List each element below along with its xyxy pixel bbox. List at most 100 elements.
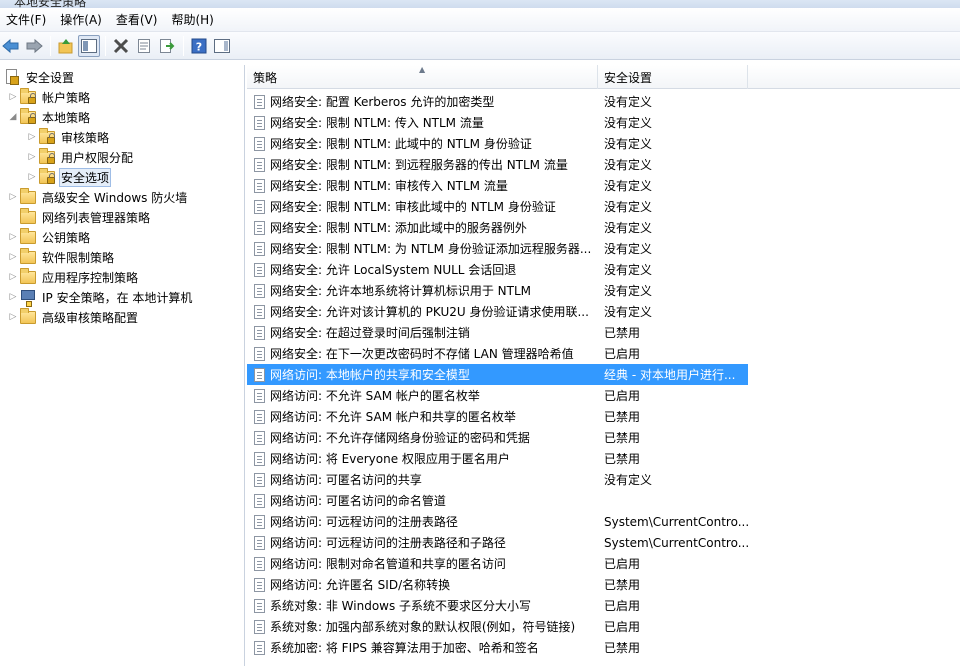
tree-root-security-settings[interactable]: 安全设置	[4, 67, 76, 87]
table-row[interactable]: 网络安全: 配置 Kerberos 允许的加密类型 没有定义	[247, 91, 748, 112]
tree-label: 本地策略	[42, 110, 91, 125]
policy-name: 系统对象: 非 Windows 子系统不要求区分大小写	[270, 599, 532, 613]
export-button[interactable]	[156, 35, 178, 57]
tree-item-network-list-manager[interactable]: 网络列表管理器策略	[6, 207, 152, 227]
table-row[interactable]: 系统加密: 将 FIPS 兼容算法用于加密、哈希和签名 已禁用	[247, 637, 748, 658]
policy-name: 网络安全: 允许 LocalSystem NULL 会话回退	[270, 263, 517, 277]
help-icon: ?	[191, 38, 207, 53]
table-row[interactable]: 网络访问: 限制对命名管道和共享的匿名访问 已启用	[247, 553, 748, 574]
table-row[interactable]: 网络安全: 限制 NTLM: 传入 NTLM 流量 没有定义	[247, 112, 748, 133]
expand-arrow-icon[interactable]: ▷	[6, 187, 20, 207]
policy-item-icon	[252, 325, 268, 341]
tree-item-ip-security[interactable]: ▷ IP 安全策略，在 本地计算机	[6, 287, 194, 307]
policy-item-icon	[252, 157, 268, 173]
expand-arrow-icon[interactable]: ▷	[6, 87, 20, 107]
expand-arrow-icon[interactable]: ▷	[6, 267, 20, 287]
tree-label: 软件限制策略	[42, 250, 115, 265]
tree-item-software-restriction[interactable]: ▷ 软件限制策略	[6, 247, 116, 267]
table-row[interactable]: 网络访问: 可远程访问的注册表路径和子路径 System\CurrentContr…	[247, 532, 748, 553]
table-row[interactable]: 网络安全: 在超过登录时间后强制注销 已禁用	[247, 322, 748, 343]
tree-item-local-policies[interactable]: ◢ 本地策略	[6, 107, 92, 127]
expand-arrow-icon[interactable]: ▷	[25, 127, 39, 147]
forward-button[interactable]	[23, 35, 45, 57]
menu-action[interactable]: 操作(A)	[56, 10, 106, 30]
policy-item-icon	[252, 472, 268, 488]
table-row[interactable]: 系统对象: 非 Windows 子系统不要求区分大小写 已启用	[247, 595, 748, 616]
menu-file[interactable]: 文件(F)	[2, 10, 50, 30]
svg-text:?: ?	[196, 40, 202, 53]
back-icon	[2, 38, 19, 53]
policy-name: 系统对象: 加强内部系统对象的默认权限(例如，符号链接)	[270, 620, 576, 634]
locked-folder-icon	[39, 168, 55, 185]
table-row[interactable]: 网络安全: 限制 NTLM: 添加此域中的服务器例外 没有定义	[247, 217, 748, 238]
menu-help[interactable]: 帮助(H)	[167, 10, 217, 30]
table-row[interactable]: 网络访问: 将 Everyone 权限应用于匿名用户 已禁用	[247, 448, 748, 469]
properties-button[interactable]	[133, 35, 155, 57]
table-row[interactable]: 网络访问: 本地帐户的共享和安全模型 经典 - 对本地用户进行...	[247, 364, 748, 385]
show-hide-tree-button[interactable]	[78, 34, 100, 57]
menu-view[interactable]: 查看(V)	[112, 10, 162, 30]
table-row[interactable]: 网络安全: 允许对该计算机的 PKU2U 身份验证请求使用联... 没有定义	[247, 301, 748, 322]
table-row[interactable]: 系统对象: 加强内部系统对象的默认权限(例如，符号链接) 已启用	[247, 616, 748, 637]
window-title: 本地安全策略	[14, 0, 87, 8]
tree-label: 应用程序控制策略	[42, 270, 139, 285]
tree-item-windows-firewall[interactable]: ▷ 高级安全 Windows 防火墙	[6, 187, 189, 207]
policy-name: 网络安全: 限制 NTLM: 添加此域中的服务器例外	[270, 221, 527, 235]
policy-item-icon	[252, 241, 268, 257]
table-row[interactable]: 网络安全: 限制 NTLM: 审核此域中的 NTLM 身份验证 没有定义	[247, 196, 748, 217]
table-row[interactable]: 网络安全: 限制 NTLM: 审核传入 NTLM 流量 没有定义	[247, 175, 748, 196]
policy-item-icon	[252, 409, 268, 425]
tree-item-public-key-policies[interactable]: ▷ 公钥策略	[6, 227, 92, 247]
column-header-policy[interactable]: 策略 ▲	[247, 65, 598, 89]
table-row[interactable]: 网络安全: 允许 LocalSystem NULL 会话回退 没有定义	[247, 259, 748, 280]
tree-item-audit-policy[interactable]: ▷ 审核策略	[25, 127, 111, 147]
tree-item-application-control[interactable]: ▷ 应用程序控制策略	[6, 267, 140, 287]
table-row[interactable]: 网络安全: 允许本地系统将计算机标识用于 NTLM 没有定义	[247, 280, 748, 301]
tree-item-security-options[interactable]: ▷ 安全选项	[25, 167, 112, 187]
expand-arrow-icon[interactable]: ▷	[6, 287, 20, 307]
security-setting-value: System\CurrentContro...	[604, 535, 748, 550]
security-setting-value: 经典 - 对本地用户进行...	[604, 368, 736, 382]
collapse-arrow-icon[interactable]: ◢	[6, 107, 20, 127]
folder-icon	[20, 188, 36, 205]
security-setting-value: 没有定义	[604, 221, 653, 235]
table-row[interactable]: 网络安全: 限制 NTLM: 到远程服务器的传出 NTLM 流量 没有定义	[247, 154, 748, 175]
tree-item-user-rights[interactable]: ▷ 用户权限分配	[25, 147, 135, 167]
policy-name: 系统加密: 将 FIPS 兼容算法用于加密、哈希和签名	[270, 641, 539, 655]
expand-arrow-icon[interactable]: ▷	[6, 247, 20, 267]
action-pane-button[interactable]	[211, 35, 233, 57]
expand-arrow-icon[interactable]: ▷	[6, 227, 20, 247]
policy-item-icon	[252, 451, 268, 467]
table-row[interactable]: 网络安全: 在下一次更改密码时不存储 LAN 管理器哈希值 已启用	[247, 343, 748, 364]
expand-arrow-icon[interactable]: ▷	[25, 167, 39, 187]
up-button[interactable]	[55, 35, 77, 57]
table-row[interactable]: 网络安全: 限制 NTLM: 为 NTLM 身份验证添加远程服务器... 没有定义	[247, 238, 748, 259]
table-row[interactable]: 网络访问: 允许匿名 SID/名称转换 已禁用	[247, 574, 748, 595]
policy-item-icon	[252, 598, 268, 614]
network-computer-icon	[20, 289, 36, 307]
policy-item-icon	[252, 199, 268, 215]
column-header-setting[interactable]: 安全设置	[598, 65, 748, 89]
table-row[interactable]: 网络访问: 可匿名访问的命名管道	[247, 490, 748, 511]
table-row[interactable]: 网络安全: 限制 NTLM: 此域中的 NTLM 身份验证 没有定义	[247, 133, 748, 154]
properties-icon	[138, 38, 150, 53]
tree-item-account-policies[interactable]: ▷ 帐户策略	[6, 87, 92, 107]
back-button[interactable]	[0, 35, 22, 57]
expand-arrow-icon[interactable]: ▷	[6, 307, 20, 327]
table-row[interactable]: 网络访问: 不允许存储网络身份验证的密码和凭据 已禁用	[247, 427, 748, 448]
policy-list: 策略 ▲ 安全设置 网络安全: 配置 Kerberos 允许的加密类型 没有定义网…	[247, 65, 960, 666]
help-button[interactable]: ?	[188, 35, 210, 57]
table-row[interactable]: 网络访问: 可远程访问的注册表路径 System\CurrentContro...	[247, 511, 748, 532]
security-setting-value: 没有定义	[604, 116, 653, 130]
table-row[interactable]: 网络访问: 不允许 SAM 帐户和共享的匿名枚举 已禁用	[247, 406, 748, 427]
security-setting-value: 已禁用	[604, 452, 641, 466]
policy-item-icon	[252, 535, 268, 551]
delete-button[interactable]	[110, 35, 132, 57]
expand-arrow-icon[interactable]: ▷	[25, 147, 39, 167]
table-row[interactable]: 网络访问: 可匿名访问的共享 没有定义	[247, 469, 748, 490]
tree-label: 公钥策略	[42, 230, 91, 245]
column-label: 策略	[253, 71, 278, 85]
table-row[interactable]: 网络访问: 不允许 SAM 帐户的匿名枚举 已启用	[247, 385, 748, 406]
tree-item-advanced-audit[interactable]: ▷ 高级审核策略配置	[6, 307, 140, 327]
